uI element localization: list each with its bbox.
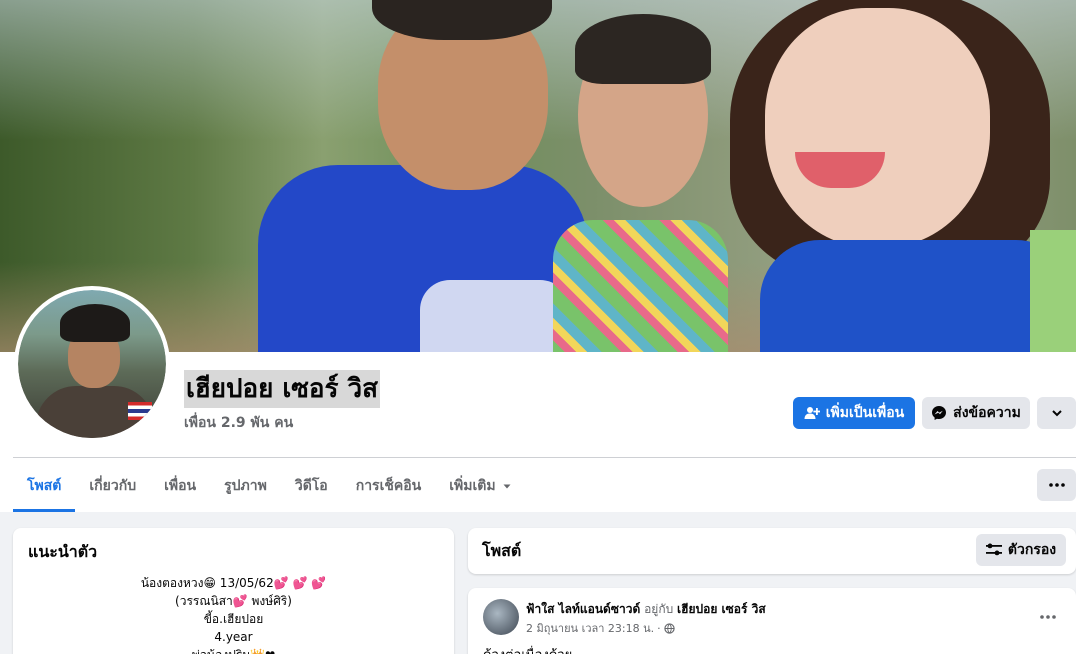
cover-child-dress (553, 220, 728, 352)
bio-line: ขี้อ.เฮียปอย (203, 612, 264, 626)
post-timestamp[interactable]: 2 มิถุนายน เวลา 23:18 น. (526, 619, 654, 637)
avatar-flag-patch (128, 402, 152, 420)
tab-more-label: เพิ่มเติม (449, 478, 496, 494)
ellipsis-icon (1048, 483, 1065, 487)
avatar-hair (60, 304, 130, 342)
bio-line: (วรรณนิสา💕 พงษ์ศิริ) (175, 594, 292, 608)
chevron-down-icon (1051, 410, 1062, 417)
posts-title: โพสต์ (482, 541, 522, 560)
tabs-overflow-button[interactable] (1037, 469, 1076, 501)
caret-down-icon (503, 484, 511, 489)
bio-line: น้องตองหวง😁 13/05/62💕 💕 💕 (140, 576, 327, 590)
bio-line: พ่อน้องปริม👑❤ (13, 646, 454, 654)
tab-photos[interactable]: รูปภาพ (210, 460, 281, 512)
filter-button[interactable]: ตัวกรอง (976, 534, 1066, 566)
post-connector: อยู่กับ (644, 602, 674, 616)
tab-checkins[interactable]: การเช็คอิน (342, 460, 436, 512)
tab-more[interactable]: เพิ่มเติม (435, 460, 525, 512)
add-friend-button[interactable]: เพิ่มเป็นเพื่อน (793, 397, 915, 429)
ellipsis-icon (1040, 615, 1056, 619)
intro-bio: น้องตองหวง😁 13/05/62💕 💕 💕 (วรรณนิสา💕 พงษ… (13, 574, 454, 654)
posts-header-card: โพสต์ ตัวกรอง (468, 528, 1076, 574)
cover-photo[interactable] (0, 0, 1076, 352)
intro-title: แนะนำตัว (28, 542, 98, 561)
cover-shirt-logo (420, 280, 570, 352)
profile-tabs: โพสต์ เกี่ยวกับ เพื่อน รูปภาพ วิดีโอ การ… (13, 460, 526, 512)
bio-line: 4.year (214, 630, 253, 644)
add-friend-label: เพิ่มเป็นเพื่อน (825, 405, 905, 421)
globe-icon (663, 622, 675, 634)
header-divider (13, 457, 1076, 458)
post-options-button[interactable] (1040, 604, 1056, 623)
cover-woman-shirt (760, 240, 1076, 352)
tab-friends[interactable]: เพื่อน (150, 460, 210, 512)
profile-more-button[interactable] (1037, 397, 1076, 429)
profile-name: เฮียปอย เซอร์ วิส (184, 370, 381, 408)
post-body: ด้วงต่อเนื่องด้วย (483, 644, 572, 654)
post-header: ฟ้าใส ไลท์แอนด์ซาวด์ อยู่กับ เฮียปอย เซอ… (526, 600, 766, 619)
post-meta: 2 มิถุนายน เวลา 23:18 น. · (526, 619, 675, 637)
filter-label: ตัวกรอง (1007, 542, 1057, 558)
message-label: ส่งข้อความ (953, 405, 1021, 421)
post-card: ฟ้าใส ไลท์แอนด์ซาวด์ อยู่กับ เฮียปอย เซอ… (468, 588, 1076, 654)
sliders-icon (985, 543, 1002, 556)
post-meta-separator: · (657, 621, 661, 635)
messenger-icon (932, 406, 947, 420)
tab-posts[interactable]: โพสต์ (13, 460, 76, 512)
tab-about[interactable]: เกี่ยวกับ (75, 460, 150, 512)
intro-card: แนะนำตัว น้องตองหวง😁 13/05/62💕 💕 💕 (วรรณ… (13, 528, 454, 654)
friends-count[interactable]: เพื่อน 2.9 พัน คน (184, 412, 293, 434)
cover-woman-strap (1030, 230, 1076, 352)
profile-avatar[interactable] (14, 286, 170, 442)
cover-woman-face (765, 8, 990, 248)
cover-child-hair (575, 14, 711, 84)
message-button[interactable]: ส่งข้อความ (922, 397, 1030, 429)
tab-videos[interactable]: วิดีโอ (281, 460, 342, 512)
post-author-avatar[interactable] (483, 599, 519, 635)
person-plus-icon (804, 407, 820, 419)
post-tagged-user[interactable]: เฮียปอย เซอร์ วิส (677, 602, 766, 616)
post-author[interactable]: ฟ้าใส ไลท์แอนด์ซาวด์ (526, 602, 640, 616)
